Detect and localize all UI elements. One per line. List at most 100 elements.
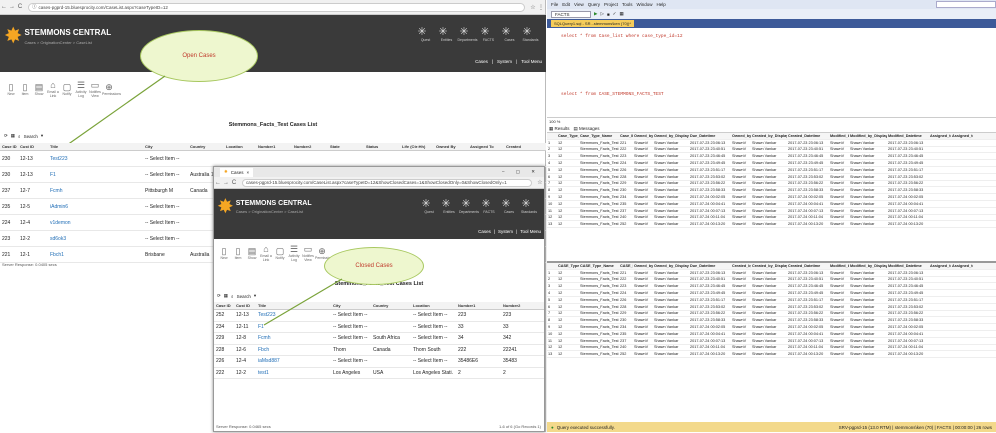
col-city[interactable]: City [143,144,188,149]
col-number1[interactable]: Number1 [256,144,292,149]
grid-row[interactable]: 3 12 Stemmons_Facts_Test 223 ShawnV Shawn Van… [547,283,996,291]
col-cust-id[interactable]: Cust ID [18,144,48,149]
grid-cell: ShawnV [732,277,747,282]
menu-file[interactable]: File [551,2,558,7]
grid-cell: ShawnV [634,291,649,296]
grid-cell: 2017-07-24 00:07:13 [888,338,924,343]
grid-row[interactable]: 7 12 Stemmons_Facts_Test 229 ShawnV Shawn Van… [547,181,996,188]
results-grid-1[interactable]: Case_Type_ID Case_Type_Name Case_ID Owne… [547,133,996,263]
grid-cell: Shawn Vankar [654,352,679,357]
grid-cell: 2017-07-24 00:02:05 [788,325,824,330]
col-assigned-to[interactable]: Assigned To [468,144,504,149]
col-title[interactable]: Title [48,144,143,149]
query-editor[interactable]: select * from Case_list where case_type_… [547,28,996,118]
grid-cell: 229 [620,311,627,316]
grid-row[interactable]: 9 12 Stemmons_Facts_Test 234 ShawnV Shawn Van… [547,324,996,331]
grid-cell: ShawnV [634,208,649,213]
grid-row[interactable]: 4 12 Stemmons_Facts_Test 224 ShawnV Shawn Van… [547,160,996,167]
grid-row[interactable]: 5 12 Stemmons_Facts_Test 226 ShawnV Shawn Van… [547,297,996,304]
grid-cell: Stemmons_Facts_Test [580,147,619,152]
col-location[interactable]: Location [224,144,256,149]
messages-tab[interactable]: ▤ Messages [574,126,600,132]
menu-view[interactable]: View [574,2,584,7]
grid-cell: ShawnV [634,215,649,220]
menu-query[interactable]: Query [588,2,600,7]
grid-cell: 2017-07-24 00:07:13 [690,338,726,343]
grid-cell: ShawnV [830,147,845,152]
quick-launch-input[interactable] [936,1,996,8]
grid-cell: ShawnV [732,291,747,296]
grid-cell: 2017-07-23 23:53:02 [888,174,924,179]
col-number2[interactable]: Number2 [292,144,328,149]
grid-row[interactable]: 3 12 Stemmons_Facts_Test 223 ShawnV Shawn Van… [547,153,996,161]
grid-cell: Shawn Vankar [850,154,875,159]
grid-row[interactable]: 5 12 Stemmons_Facts_Test 226 ShawnV Shawn Van… [547,167,996,174]
ssms-window: File Edit View Query Project Tools Windo… [547,0,996,432]
zoom-level[interactable]: 100 % [549,119,560,124]
grid-cell: 12 [558,161,563,166]
database-select[interactable]: FACTS [551,10,591,18]
col-case-id[interactable]: Case ID [0,144,18,149]
grid-cell: 2017-07-24 00:04:41 [690,331,726,336]
grid-cell: Shawn Vankar [850,297,875,302]
grid-row[interactable]: 2 12 Stemmons_Facts_Test 222 ShawnV Shawn Van… [547,277,996,284]
grid-row[interactable]: 12 12 Stemmons_Facts_Test 240 ShawnV Shawn Va… [547,345,996,352]
grid-cell: 234 [620,325,627,330]
col-owned-by[interactable]: Owned By [434,144,468,149]
results-grid-2[interactable]: CASE_Type_ID CASE_Type_Name CASE_ID Owne… [547,263,996,403]
menu-project[interactable]: Project [604,2,618,7]
grid-row[interactable]: 10 12 Stemmons_Facts_Test 235 ShawnV Shawn Va… [547,201,996,208]
stop-icon[interactable]: ■ [607,12,610,17]
grid-row[interactable]: 12 12 Stemmons_Facts_Test 240 ShawnV Shawn Va… [547,215,996,222]
grid-row[interactable]: 9 12 Stemmons_Facts_Test 234 ShawnV Shawn Van… [547,194,996,201]
grid-row[interactable]: 11 12 Stemmons_Facts_Test 237 ShawnV Shawn Va… [547,338,996,345]
grid-row[interactable]: 8 12 Stemmons_Facts_Test 230 ShawnV Shawn Van… [547,187,996,195]
menu-help[interactable]: Help [657,2,666,7]
menu-window[interactable]: Window [637,2,653,7]
grid-cell: Shawn Vankar [654,188,679,193]
grid-cell: Shawn Vankar [752,325,777,330]
grid-row[interactable]: 11 12 Stemmons_Facts_Test 237 ShawnV Shawn Va… [547,208,996,215]
results-grid-icon[interactable]: ▦ [619,11,623,17]
grid-cell: 8 [548,188,551,193]
grid-cell: ShawnV [634,147,649,152]
grid-row[interactable]: 2 12 Stemmons_Facts_Test 222 ShawnV Shawn Van… [547,147,996,154]
debug-icon[interactable]: ▷ [600,11,603,17]
grid-cell: Shawn Vankar [752,304,777,309]
query-tab[interactable]: SQLQuery1.sql - SR...stemmons\ken (70))* [551,20,634,27]
grid-row[interactable]: 1 12 Stemmons_Facts_Test 221 ShawnV Shawn Van… [547,140,996,147]
grid-row[interactable]: 13 12 Stemmons_Facts_Test 252 ShawnV Shawn Va… [547,221,996,229]
grid-row[interactable]: 6 12 Stemmons_Facts_Test 228 ShawnV Shawn Van… [547,174,996,181]
results-tab[interactable]: ▦ Results [549,126,570,132]
col-country[interactable]: Country [188,144,224,149]
grid-cell: ShawnV [830,201,845,206]
grid-row[interactable]: 1 12 Stemmons_Facts_Test 221 ShawnV Shawn Van… [547,270,996,277]
grid-cell: 13 [548,222,553,227]
grid-row[interactable]: 10 12 Stemmons_Facts_Test 235 ShawnV Shawn Va… [547,331,996,338]
menu-edit[interactable]: Edit [562,2,570,7]
grid-row[interactable]: 7 12 Stemmons_Facts_Test 229 ShawnV Shawn Van… [547,311,996,318]
grid-row[interactable]: 4 12 Stemmons_Facts_Test 224 ShawnV Shawn Van… [547,290,996,297]
menu-tools[interactable]: Tools [622,2,633,7]
col-created[interactable]: Created [504,144,534,149]
grid-cell: ShawnV [732,188,747,193]
grid-cell: 12 [558,277,563,282]
col-life[interactable]: Life (Ctr:Hh) [400,144,434,149]
execute-icon[interactable]: ▶ [594,11,597,17]
grid-cell: Shawn Vankar [654,270,679,275]
col-state[interactable]: State [328,144,364,149]
grid-cell: 12 [558,167,563,172]
grid-icon[interactable]: ▦ [11,133,15,139]
check-icon[interactable]: ✓ [613,11,617,17]
table-row[interactable]: 230 12-13 Test223 -- Select Item -- [0,151,546,167]
refresh-icon[interactable]: ⟳ [4,133,8,139]
grid-cell: 11 [548,208,552,213]
grid-row[interactable]: 6 12 Stemmons_Facts_Test 228 ShawnV Shawn Van… [547,304,996,311]
grid-cell: ShawnV [732,297,747,302]
grid-row[interactable]: 13 12 Stemmons_Facts_Test 252 ShawnV Shawn Va… [547,351,996,359]
grid-cell: Shawn Vankar [654,297,679,302]
search-label[interactable]: Search [24,134,38,139]
grid-row[interactable]: 8 12 Stemmons_Facts_Test 230 ShawnV Shawn Van… [547,317,996,325]
col-status[interactable]: Status [364,144,400,149]
grid-cell: Stemmons_Facts_Test [580,154,619,159]
